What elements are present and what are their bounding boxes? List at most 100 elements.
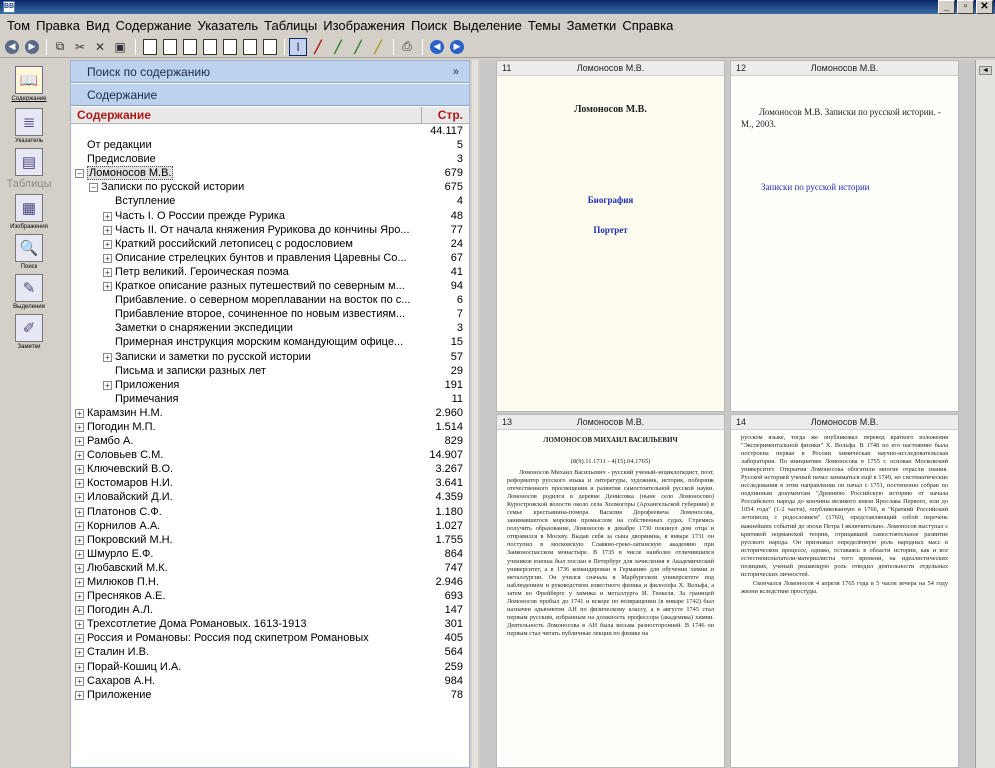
green-marker-icon[interactable]: ╱ [329, 38, 347, 56]
notes-history-link[interactable]: Записки по русской истории [731, 182, 958, 192]
tree-row[interactable]: + Описание стрелецких бунтов и правления … [71, 251, 469, 265]
tree-row[interactable]: + Карамзин Н.М. 2.960 [71, 406, 469, 420]
collapse-icon[interactable]: − [89, 183, 98, 193]
print-icon[interactable]: ⎙ [398, 38, 416, 56]
expand-icon[interactable]: + [103, 253, 112, 263]
tree-row[interactable]: + Сталин И.В. 564 [71, 645, 469, 659]
tree-row[interactable]: Прибавление второе, сочиненное по новым … [71, 307, 469, 321]
nav-highlights[interactable]: ✎ Выделения [4, 274, 54, 310]
expand-icon[interactable]: + [75, 437, 84, 447]
nav-contents[interactable]: 📖 Содержание [4, 66, 54, 102]
tree-row[interactable]: + Краткий российский летописец с родослов… [71, 237, 469, 251]
menu-item[interactable]: Выделение [450, 18, 525, 33]
expand-icon[interactable]: + [75, 535, 84, 545]
expand-icon[interactable]: + [103, 225, 112, 235]
contents-scrollbar[interactable] [472, 60, 478, 768]
expand-icon[interactable]: + [75, 422, 84, 432]
tree-row[interactable]: + Записки и заметки по русской истории 57 [71, 350, 469, 364]
tree-row[interactable]: 44.117 [71, 124, 469, 138]
page-left-icon[interactable] [183, 38, 197, 55]
expand-icon[interactable]: + [75, 592, 84, 602]
tree-row[interactable]: + Покровский М.Н. 1.755 [71, 533, 469, 547]
tree-row[interactable]: + Иловайский Д.И. 4.359 [71, 490, 469, 504]
expand-icon[interactable]: + [75, 648, 84, 658]
biography-link[interactable]: Биография [497, 195, 724, 205]
tree-row[interactable]: + Рамбо А. 829 [71, 434, 469, 448]
tree-row[interactable]: + Костомаров Н.И. 3.641 [71, 476, 469, 490]
expand-icon[interactable]: + [75, 521, 84, 531]
close-button[interactable]: ✕ [976, 0, 993, 14]
tree-row[interactable]: + Краткое описание разных путешествий по … [71, 279, 469, 293]
expand-icon[interactable]: + [75, 606, 84, 616]
back-icon[interactable]: ◀ [5, 39, 19, 54]
menu-item[interactable]: Справка [619, 18, 676, 33]
tree-row[interactable]: + Корнилов А.А. 1.027 [71, 519, 469, 533]
expand-icon[interactable]: + [103, 239, 112, 249]
tree-row[interactable]: Прибавление. о северном мореплавании на … [71, 293, 469, 307]
expand-icon[interactable]: + [75, 493, 84, 503]
tree-row[interactable]: + Порай-Кошиц И.А. 259 [71, 660, 469, 674]
tree-row[interactable]: + Милюков П.Н. 2.946 [71, 575, 469, 589]
expand-icon[interactable]: + [103, 282, 112, 292]
column-divider[interactable] [421, 107, 422, 124]
chevron-down-icon[interactable]: » [453, 61, 459, 83]
cut-icon[interactable]: ✂ [71, 38, 89, 56]
tree-row[interactable]: + Сахаров А.Н. 984 [71, 674, 469, 688]
menu-item[interactable]: Том [4, 18, 33, 33]
contents-header[interactable]: Содержание [71, 84, 469, 106]
nav-index[interactable]: ≣ Указатель [4, 108, 54, 144]
tree-row[interactable]: Письма и записки разных лет 29 [71, 364, 469, 378]
tree-row[interactable]: + Трехсотлетие Дома Романовых. 1613-1913 3… [71, 617, 469, 631]
expand-icon[interactable]: + [75, 408, 84, 418]
forward-icon[interactable]: ▶ [25, 39, 39, 54]
expand-icon[interactable]: + [75, 549, 84, 559]
expand-icon[interactable]: + [75, 662, 84, 672]
menu-item[interactable]: Изображения [320, 18, 408, 33]
expand-icon[interactable]: + [75, 479, 84, 489]
collapse-icon[interactable]: − [75, 169, 84, 179]
expand-icon[interactable]: + [75, 620, 84, 630]
tree-row[interactable]: + Шмурло Е.Ф. 864 [71, 547, 469, 561]
tree-row[interactable]: + Любавский М.К. 747 [71, 561, 469, 575]
expand-icon[interactable]: + [75, 507, 84, 517]
tree-row[interactable]: От редакции 5 [71, 138, 469, 152]
expand-icon[interactable]: + [103, 352, 112, 362]
nav-forward-icon[interactable]: ▶ [450, 39, 464, 54]
expand-icon[interactable]: + [75, 465, 84, 475]
nav-back-icon[interactable]: ◀ [430, 39, 444, 54]
teal-marker-icon[interactable]: ╱ [349, 38, 367, 56]
tree-row[interactable]: + Погодин М.П. 1.514 [71, 420, 469, 434]
scroll-left-icon[interactable]: ◄ [979, 66, 992, 75]
menu-item[interactable]: Таблицы [261, 18, 320, 33]
tree-row[interactable]: + Платонов С.Ф. 1.180 [71, 505, 469, 519]
text-cursor-icon[interactable]: I [289, 37, 307, 56]
search-contents-header[interactable]: Поиск по содержанию » [71, 61, 469, 83]
tree-row[interactable]: + Петр великий. Героическая поэма 41 [71, 265, 469, 279]
tree-row[interactable]: + Приложения 191 [71, 378, 469, 392]
expand-icon[interactable]: + [75, 676, 84, 686]
expand-icon[interactable]: + [103, 267, 112, 277]
page-grid-icon[interactable] [263, 38, 277, 55]
page-plus-icon[interactable] [243, 38, 257, 55]
yellow-marker-icon[interactable]: ╱ [369, 38, 387, 56]
expand-icon[interactable]: + [103, 380, 112, 390]
tree-row[interactable]: + Часть II. От начала княжения Рурикова д… [71, 223, 469, 237]
nav-notes[interactable]: ✐ Заметки [4, 314, 54, 350]
expand-icon[interactable]: + [75, 451, 84, 461]
tree-row[interactable]: + Приложение 78 [71, 688, 469, 702]
nav-tables[interactable]: ▤ Таблицы [4, 148, 54, 190]
tree-row[interactable]: + Соловьев С.М. 14.907 [71, 448, 469, 462]
menu-item[interactable]: Вид [83, 18, 113, 33]
expand-icon[interactable]: + [75, 578, 84, 587]
tree-row[interactable]: − Ломоносов М.В. 679 [71, 166, 469, 181]
expand-icon[interactable]: + [75, 634, 84, 644]
page-text-icon[interactable] [163, 38, 177, 55]
tree-row[interactable]: Предисловие 3 [71, 152, 469, 166]
menu-item[interactable]: Заметки [564, 18, 620, 33]
tree-row[interactable]: + Россия и Романовы: Россия под скипетром… [71, 631, 469, 645]
portrait-link[interactable]: Портрет [497, 225, 724, 235]
expand-icon[interactable]: + [103, 211, 112, 221]
minimize-button[interactable]: _ [938, 0, 955, 14]
menu-item[interactable]: Указатель [195, 18, 262, 33]
page-right-icon[interactable] [203, 38, 217, 55]
